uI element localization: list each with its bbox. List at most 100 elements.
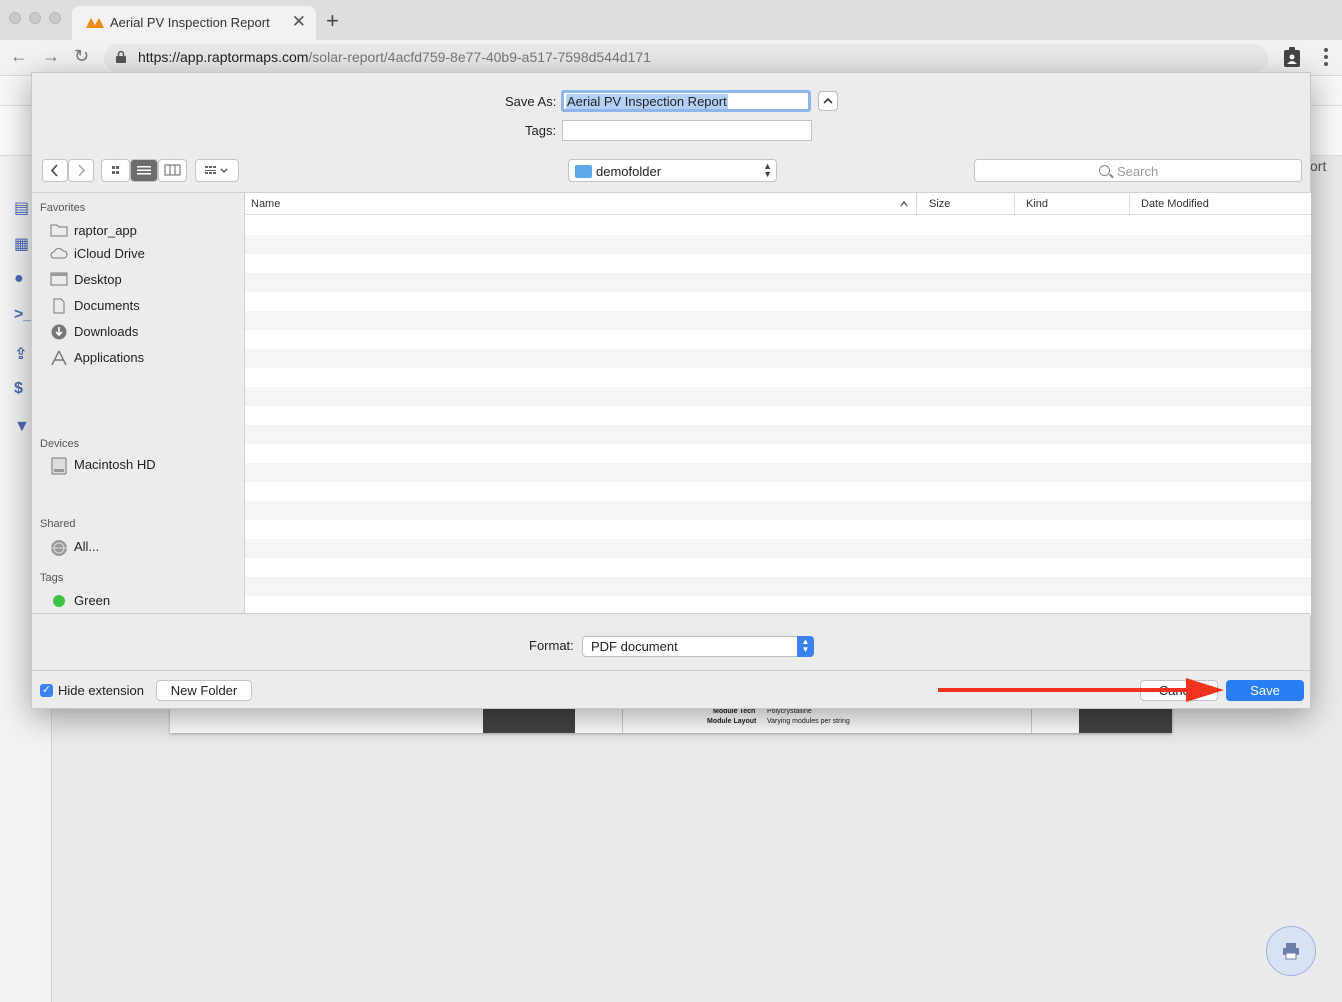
chevron-up-icon (823, 97, 833, 104)
current-folder-name: demofolder (596, 164, 662, 179)
url-path: /solar-report/4acfd759-8e77-40b9-a517-75… (308, 49, 651, 65)
sidebar-item-desktop[interactable]: Desktop (48, 269, 238, 291)
sidebar-item-documents[interactable]: Documents (48, 295, 238, 317)
tags-field[interactable] (562, 120, 812, 141)
empty-file-row (245, 292, 1311, 311)
back-arrow-icon[interactable]: ← (10, 46, 28, 67)
sidebar-item-label: iCloud Drive (74, 246, 145, 261)
chevron-right-icon (78, 164, 86, 177)
page-report-label: ort (1310, 158, 1327, 174)
network-icon (50, 539, 68, 556)
group-by-button[interactable] (195, 159, 239, 182)
browser-menu-icon[interactable] (1324, 48, 1328, 66)
address-bar[interactable]: https://app.raptormaps.com/solar-report/… (104, 44, 1268, 72)
updown-chevron-icon: ▲ ▼ (797, 636, 814, 657)
desktop-icon (50, 272, 68, 288)
sidebar-item-label: Documents (74, 298, 140, 313)
grid-icon[interactable]: ▦ (14, 234, 32, 253)
empty-file-row (245, 349, 1311, 368)
sidebar-item-label: Applications (74, 350, 145, 365)
report-row-value: Polycrystalline (767, 708, 812, 715)
new-tab-button[interactable]: + (326, 8, 339, 34)
clipboard-extension-icon[interactable] (1283, 47, 1301, 67)
empty-file-row (245, 482, 1311, 501)
sidebar-item-label: All... (74, 539, 100, 554)
forward-button[interactable] (68, 159, 94, 182)
tab-title: Aerial PV Inspection Report (110, 15, 270, 30)
url-host: https://app.raptormaps.com (138, 49, 309, 65)
column-header-date-modified[interactable]: Date Modified (1130, 193, 1311, 215)
sidebar-item-tag-green[interactable]: Green (48, 590, 238, 612)
sidebar-item-applications[interactable]: Applications (48, 347, 238, 369)
hide-extension-checkbox[interactable]: ✓ (40, 684, 53, 697)
terminal-icon[interactable]: >_ (14, 306, 32, 324)
column-header-label: Name (251, 198, 281, 210)
search-field[interactable]: Search (974, 159, 1302, 182)
empty-file-row (245, 311, 1311, 330)
finder-sidebar: Favorites raptor_app iCloud Drive Deskto… (32, 192, 245, 613)
shared-heading: Shared (40, 518, 76, 530)
report-row-value: Varying modules per string (767, 718, 850, 725)
forward-arrow-icon[interactable]: → (42, 46, 60, 67)
report-icon[interactable]: ▤ (14, 198, 32, 217)
reload-icon[interactable]: ↻ (74, 46, 89, 67)
tags-heading: Tags (40, 572, 64, 584)
green-tag-icon (50, 593, 68, 609)
list-view-button[interactable] (130, 159, 158, 182)
devices-heading: Devices (40, 438, 80, 450)
printer-icon (1283, 943, 1299, 960)
sidebar-item-label: Macintosh HD (74, 457, 156, 472)
cloud-icon (50, 246, 68, 262)
url-text: https://app.raptormaps.com/solar-report/… (138, 49, 651, 65)
share-icon[interactable]: ⇪ (14, 344, 32, 363)
back-button[interactable] (42, 159, 68, 182)
empty-file-row (245, 520, 1311, 539)
globe-icon[interactable]: ● (14, 270, 32, 288)
tags-label: Tags: (525, 123, 557, 138)
folder-icon (575, 165, 592, 178)
sidebar-item-label: Green (74, 593, 111, 608)
empty-file-row (245, 501, 1311, 520)
close-window-button[interactable] (9, 12, 21, 24)
column-header-label: Kind (1026, 198, 1049, 210)
minimize-window-button[interactable] (29, 12, 41, 24)
sort-ascending-icon (900, 200, 908, 207)
format-label: Format: (529, 638, 574, 653)
save-button[interactable]: Save (1226, 680, 1304, 701)
empty-file-row (245, 330, 1311, 349)
file-list[interactable]: Name Size Kind Date Modified (245, 192, 1311, 615)
column-header-kind[interactable]: Kind (1015, 193, 1130, 215)
save-as-value: Aerial PV Inspection Report (566, 94, 728, 109)
filter-icon[interactable]: ▼ (14, 418, 32, 436)
sidebar-item-icloud-drive[interactable]: iCloud Drive (48, 243, 238, 265)
save-as-field[interactable]: Aerial PV Inspection Report (561, 90, 811, 112)
group-grid-icon (205, 166, 228, 174)
save-dialog: Save As: Aerial PV Inspection Report Tag… (31, 72, 1311, 709)
search-icon (1099, 165, 1110, 176)
sidebar-item-downloads[interactable]: Downloads (48, 321, 238, 343)
format-popup[interactable]: PDF document ▲ ▼ (582, 636, 814, 657)
empty-file-row (245, 387, 1311, 406)
icon-grid-icon (112, 166, 119, 174)
empty-file-row (245, 577, 1311, 596)
sidebar-item-all-shared[interactable]: All... (48, 536, 238, 558)
zoom-window-button[interactable] (49, 12, 61, 24)
new-folder-button[interactable]: New Folder (156, 680, 252, 701)
folder-location-popup[interactable]: demofolder ▲ ▼ (568, 159, 777, 182)
dollar-icon[interactable]: $ (14, 380, 32, 398)
column-header-size[interactable]: Size (917, 193, 1015, 215)
tab-close-icon[interactable]: ✕ (292, 12, 306, 32)
browser-tab-bar: Aerial PV Inspection Report ✕ + (0, 0, 1342, 40)
print-button[interactable] (1266, 926, 1316, 976)
column-view-button[interactable] (158, 159, 187, 182)
updown-chevron-icon: ▲ ▼ (763, 161, 772, 179)
expand-dialog-button[interactable] (818, 91, 838, 111)
sidebar-item-macintosh-hd[interactable]: Macintosh HD (48, 454, 238, 476)
browser-tab[interactable]: Aerial PV Inspection Report ✕ (72, 6, 316, 40)
search-placeholder: Search (1117, 164, 1159, 179)
sidebar-item-raptor-app[interactable]: raptor_app (48, 220, 238, 242)
icon-view-button[interactable] (101, 159, 130, 182)
documents-icon (50, 298, 68, 314)
column-header-name[interactable]: Name (245, 193, 917, 215)
empty-file-row (245, 254, 1311, 273)
